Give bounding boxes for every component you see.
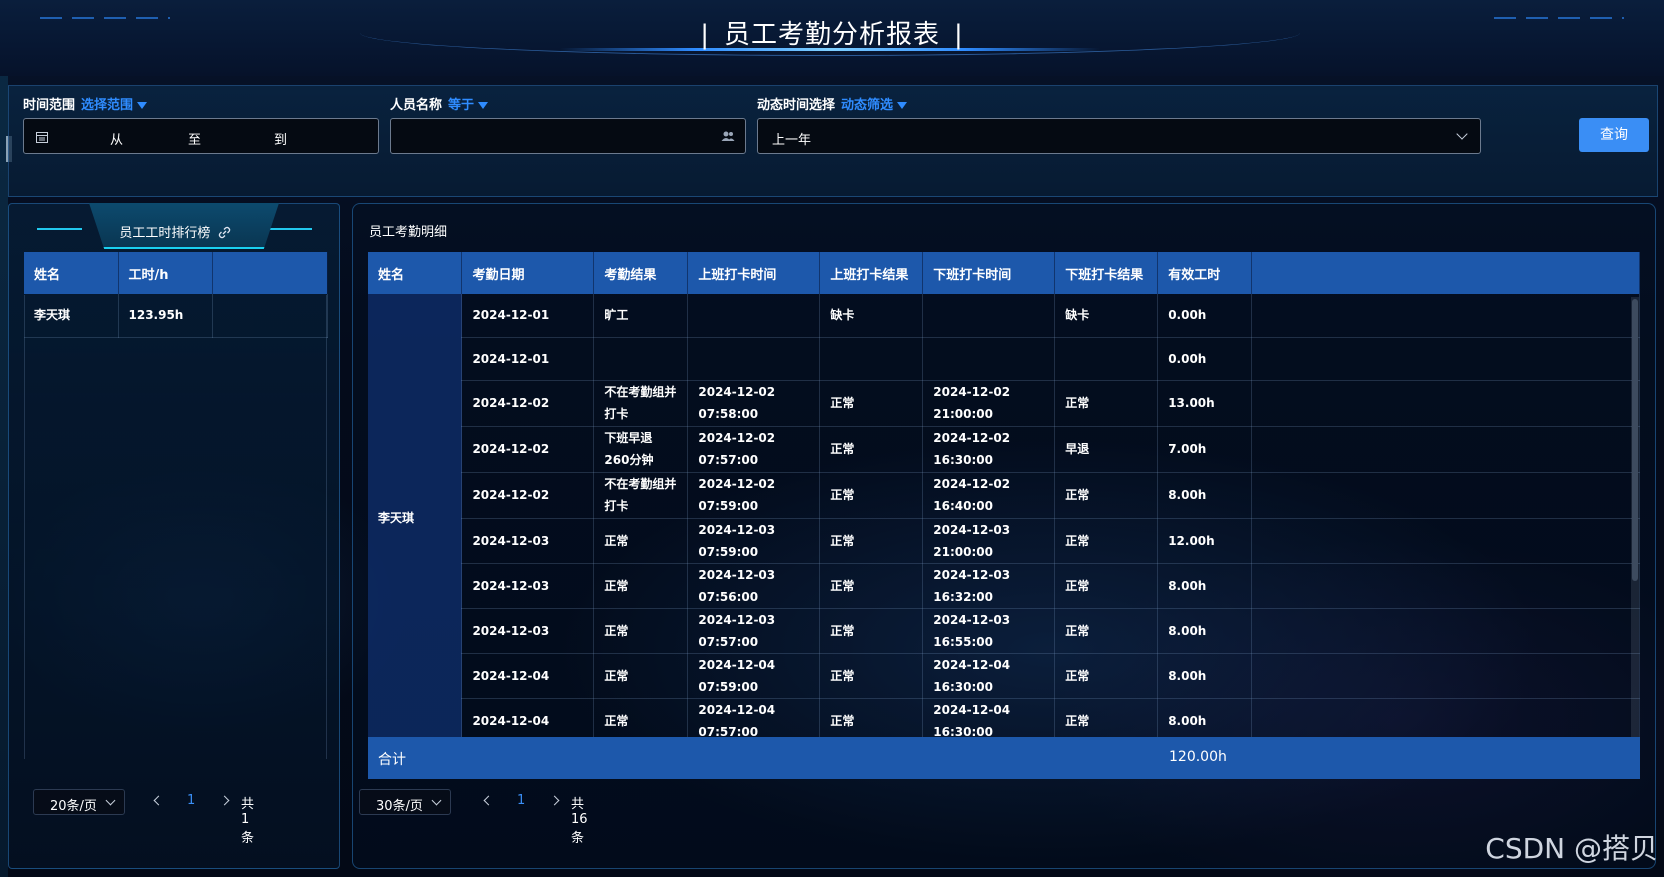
table-row[interactable]: 2024-12-01 0.00h: [368, 337, 1640, 381]
dynamic-time-label: 动态时间选择 动态筛选: [757, 94, 908, 113]
total-count: 共 16 条: [571, 797, 588, 846]
prev-page-icon[interactable]: [153, 795, 164, 806]
col-name[interactable]: 姓名: [368, 252, 463, 294]
link-icon[interactable]: [218, 226, 231, 239]
date-end[interactable]: 到: [274, 129, 287, 148]
chevron-down-icon: [431, 795, 442, 806]
date-to[interactable]: 至: [188, 129, 201, 148]
table-scrollbar[interactable]: [1631, 297, 1639, 737]
chevron-down-icon[interactable]: [1456, 128, 1468, 140]
dynamic-time-value: 上一年: [772, 133, 812, 148]
table-row[interactable]: 2024-12-04 正常 2024-12-04 07:59:00 正常 202…: [368, 653, 1640, 699]
summary-label: 合计: [378, 752, 406, 768]
table-row[interactable]: 2024-12-03 正常 2024-12-03 07:59:00 正常 202…: [368, 518, 1640, 564]
filter-panel: 时间范围 选择范围 从 至 到 人员名称 等于 动态时间选择 动态筛选 上一年 查询: [8, 85, 1658, 197]
ranking-title: 员工工时排行榜: [9, 222, 341, 241]
date-from[interactable]: 从: [110, 129, 123, 148]
col-blank: [1251, 252, 1640, 294]
side-strip: [0, 0, 8, 877]
table-row[interactable]: 2024-12-04 正常 2024-12-04 07:57:00 正常 202…: [368, 698, 1640, 737]
caret-down-icon[interactable]: [897, 102, 908, 109]
page-title-text: 员工考勤分析报表: [723, 20, 940, 50]
page-number[interactable]: 1: [187, 793, 195, 808]
watermark: CSDN @搭贝: [1485, 832, 1658, 865]
page-number[interactable]: 1: [517, 793, 525, 808]
col-name[interactable]: 姓名: [24, 252, 119, 294]
col-in-time[interactable]: 上班打卡时间: [687, 252, 821, 294]
users-icon[interactable]: [721, 130, 735, 142]
table-row[interactable]: 李天琪 2024-12-01 旷工 缺卡 缺卡 0.00h: [368, 294, 1640, 737]
query-button[interactable]: 查询: [1579, 118, 1649, 152]
col-hours[interactable]: 有效工时: [1157, 252, 1253, 294]
ranking-table-body: [24, 295, 327, 759]
calendar-icon: [36, 132, 48, 143]
col-out-time[interactable]: 下班打卡时间: [922, 252, 1056, 294]
page-size-select[interactable]: 20条/页: [33, 789, 125, 815]
dynamic-mode[interactable]: 动态筛选: [841, 98, 893, 113]
person-mode[interactable]: 等于: [448, 98, 474, 113]
page-header: | 员工考勤分析报表 |: [0, 0, 1664, 76]
ranking-table-header: 姓名 工时/h: [24, 252, 328, 294]
total-count: 共 1 条: [241, 797, 255, 846]
ranking-panel: 员工工时排行榜 姓名 工时/h 李天琪 123.95h 20条/页 1 共 1 …: [8, 203, 340, 869]
time-range-mode[interactable]: 选择范围: [81, 98, 133, 113]
summary-row: 合计 120.00h: [368, 737, 1640, 779]
page-title: | 员工考勤分析报表 |: [700, 20, 964, 50]
caret-down-icon[interactable]: [478, 102, 489, 109]
prev-page-icon[interactable]: [483, 795, 494, 806]
detail-table: 姓名 考勤日期 考勤结果 上班打卡时间 上班打卡结果 下班打卡时间 下班打卡结果…: [368, 252, 1640, 737]
table-row[interactable]: 2024-12-02 不在考勤组并打卡 2024-12-02 07:59:00 …: [368, 472, 1640, 519]
detail-title: 员工考勤明细: [369, 225, 448, 240]
table-row[interactable]: 2024-12-03 正常 2024-12-03 07:57:00 正常 202…: [368, 608, 1640, 654]
dynamic-time-select[interactable]: 上一年: [757, 118, 1481, 154]
chevron-down-icon: [105, 795, 116, 806]
detail-panel: 员工考勤明细 姓名 考勤日期 考勤结果 上班打卡时间 上班打卡结果 下班打卡时间…: [352, 203, 1656, 869]
person-input[interactable]: [390, 118, 746, 154]
next-page-icon[interactable]: [549, 795, 560, 806]
detail-table-header: 姓名 考勤日期 考勤结果 上班打卡时间 上班打卡结果 下班打卡时间 下班打卡结果…: [368, 252, 1640, 294]
page-size-select[interactable]: 30条/页: [359, 789, 451, 815]
caret-down-icon[interactable]: [137, 102, 148, 109]
col-result[interactable]: 考勤结果: [593, 252, 689, 294]
table-row[interactable]: 2024-12-03 正常 2024-12-03 07:56:00 正常 202…: [368, 563, 1640, 609]
next-page-icon[interactable]: [219, 795, 230, 806]
col-in-result[interactable]: 上班打卡结果: [819, 252, 924, 294]
col-hours[interactable]: 工时/h: [118, 252, 213, 294]
summary-hours: 120.00h: [1169, 749, 1227, 765]
col-blank: [212, 252, 328, 294]
person-label: 人员名称 等于: [390, 94, 489, 113]
col-out-result[interactable]: 下班打卡结果: [1054, 252, 1159, 294]
scrollbar-thumb[interactable]: [1632, 299, 1638, 581]
col-date[interactable]: 考勤日期: [461, 252, 595, 294]
time-range-label: 时间范围 选择范围: [23, 94, 148, 113]
employee-name: 李天琪: [368, 294, 463, 737]
date-range-picker[interactable]: 从 至 到: [23, 118, 379, 154]
table-row[interactable]: 2024-12-02 下班早退260分钟 2024-12-02 07:57:00…: [368, 426, 1640, 473]
detail-table-wrap[interactable]: 姓名 考勤日期 考勤结果 上班打卡时间 上班打卡结果 下班打卡时间 下班打卡结果…: [368, 252, 1640, 737]
table-row[interactable]: 2024-12-02 不在考勤组并打卡 2024-12-02 07:58:00 …: [368, 380, 1640, 427]
